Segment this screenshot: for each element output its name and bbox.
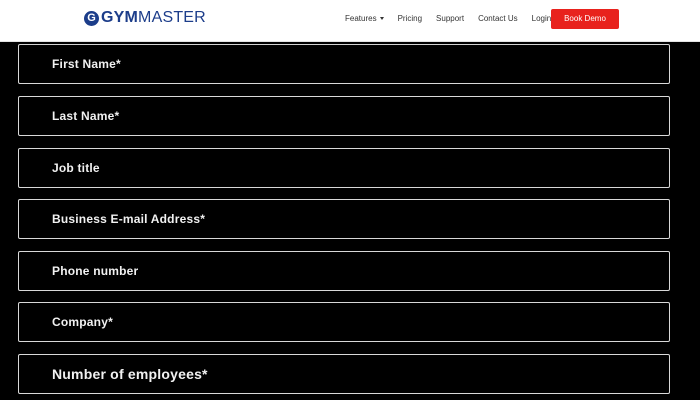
nav-support[interactable]: Support <box>436 14 464 23</box>
number-of-employees-field[interactable]: Number of employees* <box>18 354 670 394</box>
nav-contact-us[interactable]: Contact Us <box>478 14 518 23</box>
phone-number-field[interactable]: Phone number <box>18 251 670 291</box>
main-nav: Features Pricing Support Contact Us Logi… <box>345 14 551 23</box>
logo-text-master: MASTER <box>138 9 206 26</box>
nav-login[interactable]: Login <box>532 14 552 23</box>
last-name-label: Last Name* <box>52 109 120 123</box>
logo-mark-icon: G <box>84 10 99 26</box>
first-name-field[interactable]: First Name* <box>18 44 670 84</box>
phone-number-label: Phone number <box>52 264 139 278</box>
nav-pricing[interactable]: Pricing <box>398 14 422 23</box>
gymmaster-logo[interactable]: G GYM MASTER <box>84 9 206 27</box>
first-name-label: First Name* <box>52 57 121 71</box>
site-header: G GYM MASTER Features Pricing Support Co… <box>0 0 700 42</box>
job-title-field[interactable]: Job title <box>18 148 670 188</box>
nav-features-label: Features <box>345 14 377 23</box>
book-demo-button[interactable]: Book Demo <box>551 9 619 29</box>
caret-down-icon <box>379 17 384 21</box>
last-name-field[interactable]: Last Name* <box>18 96 670 136</box>
company-field[interactable]: Company* <box>18 302 670 342</box>
logo-text-gym: GYM <box>101 9 139 26</box>
page: First Name* Last Name* Job title Busines… <box>0 0 700 400</box>
signup-form: First Name* Last Name* Job title Busines… <box>0 0 700 400</box>
number-of-employees-label: Number of employees* <box>52 366 208 382</box>
business-email-field[interactable]: Business E-mail Address* <box>18 199 670 239</box>
business-email-label: Business E-mail Address* <box>52 212 206 226</box>
company-label: Company* <box>52 315 113 329</box>
nav-features[interactable]: Features <box>345 14 384 23</box>
job-title-label: Job title <box>52 161 100 175</box>
